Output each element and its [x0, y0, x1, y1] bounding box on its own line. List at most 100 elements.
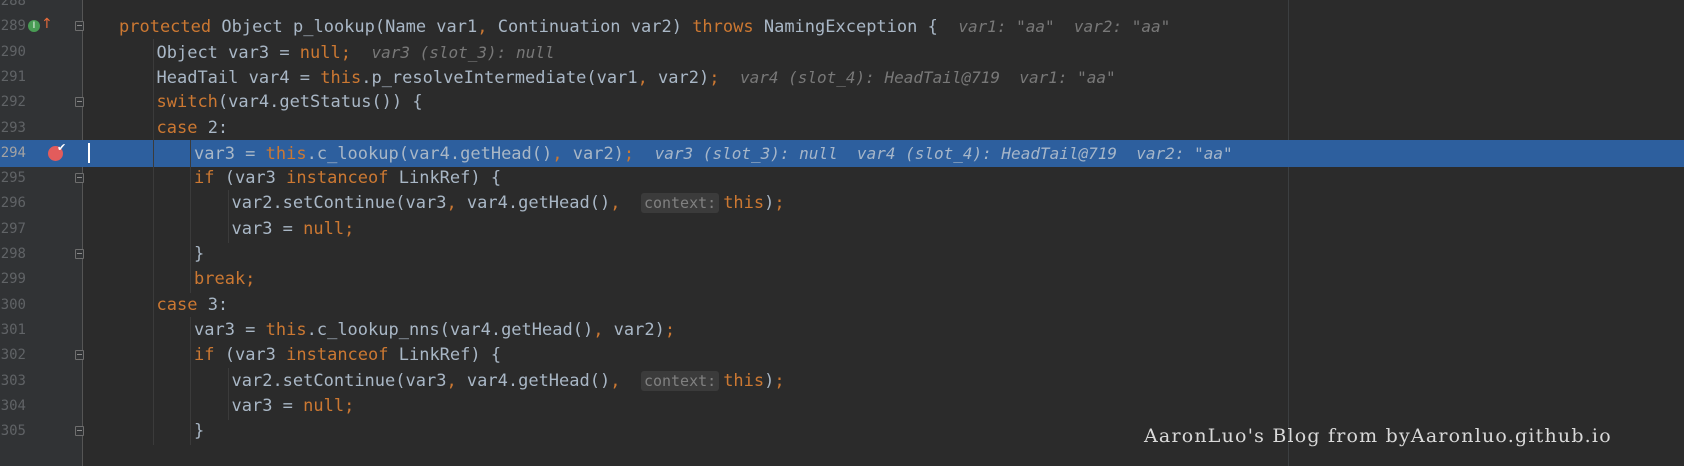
code-line-297[interactable]: 297 var3 = null;: [0, 215, 1684, 243]
code-line-289[interactable]: 289 I ↑ protected Object p_lookup(Name var1…: [0, 13, 1684, 40]
indent-guide: [190, 316, 192, 344]
line-number[interactable]: 293: [0, 115, 26, 142]
line-number[interactable]: 303: [0, 368, 26, 395]
fold-marker-icon[interactable]: [75, 21, 84, 32]
keyword-token: if: [194, 168, 225, 189]
code-text[interactable]: var2.setContinue(var3, var4.getHead(), c…: [232, 190, 785, 217]
code-token: 2:: [207, 117, 229, 138]
indent-guide: [152, 139, 154, 167]
indent-guide: [190, 342, 192, 370]
blog-watermark: AaronLuo's Blog from byAaronluo.github.i…: [1144, 425, 1612, 447]
code-line-299[interactable]: 299 break;: [0, 266, 1684, 294]
code-line-292[interactable]: 292 switch(var4.getStatus()) {: [0, 89, 1684, 117]
indent-guide: [190, 165, 192, 193]
code-text[interactable]: break;: [194, 266, 255, 293]
line-number[interactable]: 294: [0, 140, 26, 167]
fold-marker-icon[interactable]: [75, 426, 84, 437]
line-number[interactable]: 297: [0, 216, 26, 243]
code-text[interactable]: if (var3 instanceof LinkRef) {: [194, 342, 501, 369]
code-text[interactable]: var3 = null;: [232, 393, 355, 420]
line-number[interactable]: 289: [0, 13, 26, 40]
code-text[interactable]: var3 = this.c_lookup_nns(var4.getHead(),…: [194, 317, 675, 344]
fold-marker-icon[interactable]: [75, 97, 84, 108]
code-line-300[interactable]: 300 case 3:: [0, 291, 1684, 319]
code-line-303[interactable]: 303 var2.setContinue(var3, var4.getHead()…: [0, 367, 1684, 395]
code-text[interactable]: var3 = null;: [232, 216, 355, 243]
code-text[interactable]: case 3:: [157, 292, 229, 319]
code-token: Continuation var2): [497, 17, 693, 38]
line-number[interactable]: 301: [0, 317, 26, 344]
keyword-token: ,: [552, 143, 573, 164]
code-line-298[interactable]: 298}: [0, 241, 1684, 268]
line-number[interactable]: 295: [0, 165, 26, 192]
code-token: var4.getHead(): [466, 370, 611, 391]
code-line-293[interactable]: 293 case 2:: [0, 114, 1684, 142]
keyword-token: null;: [299, 42, 372, 63]
code-text[interactable]: case 2:: [157, 115, 229, 142]
code-token: var3 =: [231, 218, 304, 239]
indent-guide: [227, 367, 229, 395]
indent-guide: [190, 392, 192, 420]
keyword-token: this: [723, 370, 765, 391]
parameter-hint: context:: [640, 193, 720, 214]
code-token: (var3: [224, 345, 287, 366]
code-text[interactable]: switch(var4.getStatus()) {: [157, 89, 423, 116]
line-number[interactable]: 291: [0, 64, 26, 91]
code-line-295[interactable]: 295 if (var3 instanceof LinkRef) {: [0, 165, 1684, 193]
code-text[interactable]: }: [194, 241, 204, 268]
code-token: (var3: [224, 168, 287, 189]
keyword-token: ;: [774, 370, 785, 391]
keyword-token: switch: [156, 92, 218, 113]
line-number[interactable]: 298: [0, 241, 26, 268]
code-line-301[interactable]: 301 var3 = this.c_lookup_nns(var4.getHead…: [0, 316, 1684, 344]
code-text[interactable]: if (var3 instanceof LinkRef) {: [194, 165, 501, 192]
keyword-token: if: [194, 345, 225, 366]
code-line-294[interactable]: 294 ✔ var3 = this.c_lookup(var4.getHead(),…: [0, 139, 1684, 167]
indent-guide: [190, 215, 192, 243]
fold-marker-icon[interactable]: [75, 173, 84, 184]
line-number[interactable]: 290: [0, 39, 26, 66]
indent-guide: [152, 190, 154, 218]
text-caret: [88, 142, 90, 163]
code-text[interactable]: protected Object p_lookup(Name var1, Con…: [119, 13, 1170, 40]
indent-guide: [190, 367, 192, 395]
code-token: .c_lookup_nns(var4.getHead(): [306, 319, 594, 340]
code-text[interactable]: }: [194, 418, 204, 445]
keyword-token: this: [265, 319, 307, 340]
line-number[interactable]: 305: [0, 418, 26, 445]
line-number[interactable]: 302: [0, 342, 26, 369]
code-text[interactable]: HeadTail var4 = this.p_resolveIntermedia…: [157, 64, 1116, 91]
code-text[interactable]: Object var3 = null; var3 (slot_3): null: [157, 39, 555, 66]
code-line-302[interactable]: 302 if (var3 instanceof LinkRef) {: [0, 342, 1684, 370]
keyword-token: ;: [774, 193, 785, 214]
code-editor[interactable]: 288 289 I ↑ protected Object p_lookup(Name v…: [0, 0, 1684, 466]
line-number[interactable]: 299: [0, 266, 26, 293]
overriding-method-icon[interactable]: I: [28, 20, 40, 33]
code-token: var4.getHead(): [466, 193, 611, 214]
code-line-304[interactable]: 304 var3 = null;: [0, 392, 1684, 420]
indent-guide: [152, 38, 154, 66]
fold-marker-icon[interactable]: [75, 249, 84, 259]
line-number[interactable]: 304: [0, 393, 26, 420]
debug-inline-value: var4 (slot_4): HeadTail@719 var1: "aa": [739, 67, 1116, 87]
code-token: 3:: [207, 294, 229, 315]
indent-guide: [190, 139, 192, 167]
fold-marker-icon[interactable]: [75, 350, 84, 361]
code-token: var2.setContinue(var3: [231, 370, 447, 391]
keyword-token: break;: [194, 269, 256, 290]
keyword-token: ,: [593, 319, 614, 340]
indent-guide: [190, 241, 192, 268]
code-line-290[interactable]: 290 Object var3 = null; var3 (slot_3): nu…: [0, 38, 1684, 66]
code-line-296[interactable]: 296 var2.setContinue(var3, var4.getHead()…: [0, 190, 1684, 218]
line-number[interactable]: 292: [0, 89, 26, 116]
indent-guide: [227, 215, 229, 243]
line-number[interactable]: 296: [0, 190, 26, 217]
keyword-token: protected: [119, 17, 222, 38]
code-text[interactable]: var2.setContinue(var3, var4.getHead(), c…: [232, 368, 785, 395]
code-text[interactable]: var3 = this.c_lookup(var4.getHead(), var…: [194, 140, 1233, 167]
line-number[interactable]: 300: [0, 292, 26, 319]
code-token: Object p_lookup(Name var1: [221, 17, 478, 38]
code-token: var2): [658, 67, 710, 88]
keyword-token: this: [723, 193, 765, 214]
code-line-291[interactable]: 291 HeadTail var4 = this.p_resolveInterme…: [0, 63, 1684, 91]
